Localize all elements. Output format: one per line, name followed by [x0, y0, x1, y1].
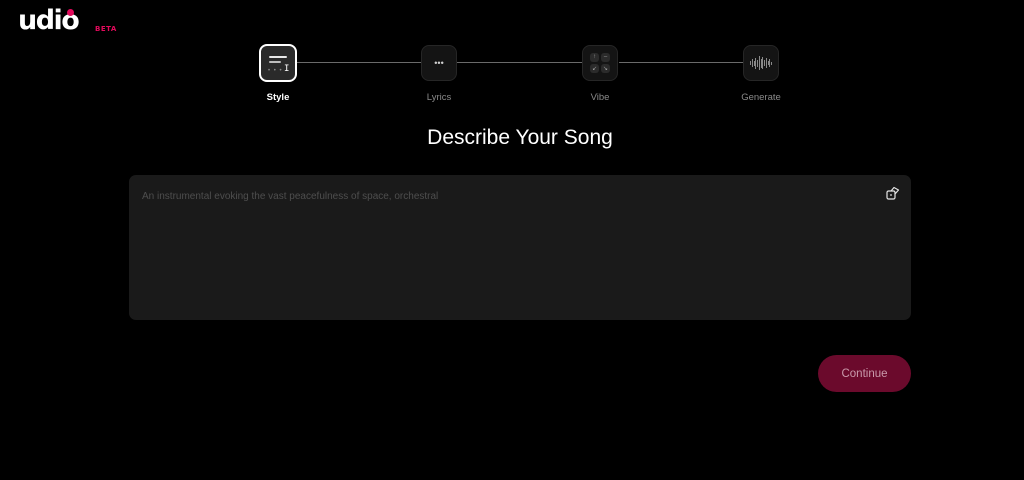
step-style[interactable]: • • • I [259, 44, 297, 82]
page-title: Describe Your Song [427, 126, 613, 149]
step-label-style: Style [266, 92, 290, 103]
step-connector [619, 62, 743, 63]
continue-button[interactable]: Continue [818, 355, 911, 392]
step-label-vibe: Vibe [590, 92, 610, 103]
step-lyrics[interactable]: ••• [420, 44, 458, 82]
vibe-grid-icon: ↑ – ↙ ↘ [582, 45, 618, 81]
step-label-lyrics: Lyrics [426, 92, 452, 103]
waveform-icon [743, 45, 779, 81]
dice-icon[interactable] [886, 186, 900, 200]
text-style-icon: • • • I [259, 44, 297, 82]
step-generate[interactable] [742, 44, 780, 82]
step-connector [457, 62, 582, 63]
app-root: udio BETA • • • I Style ••• Lyrics ↑ – ↙ ↘ [0, 0, 1024, 480]
step-label-generate: Generate [741, 92, 781, 103]
song-description-box[interactable] [129, 175, 911, 320]
create-stepper: • • • I Style ••• Lyrics ↑ – ↙ ↘ Vibe Ge… [0, 0, 1024, 110]
step-vibe[interactable]: ↑ – ↙ ↘ [581, 44, 619, 82]
step-connector [297, 62, 421, 63]
lyrics-dots-icon: ••• [421, 45, 457, 81]
song-description-input[interactable] [140, 185, 864, 207]
